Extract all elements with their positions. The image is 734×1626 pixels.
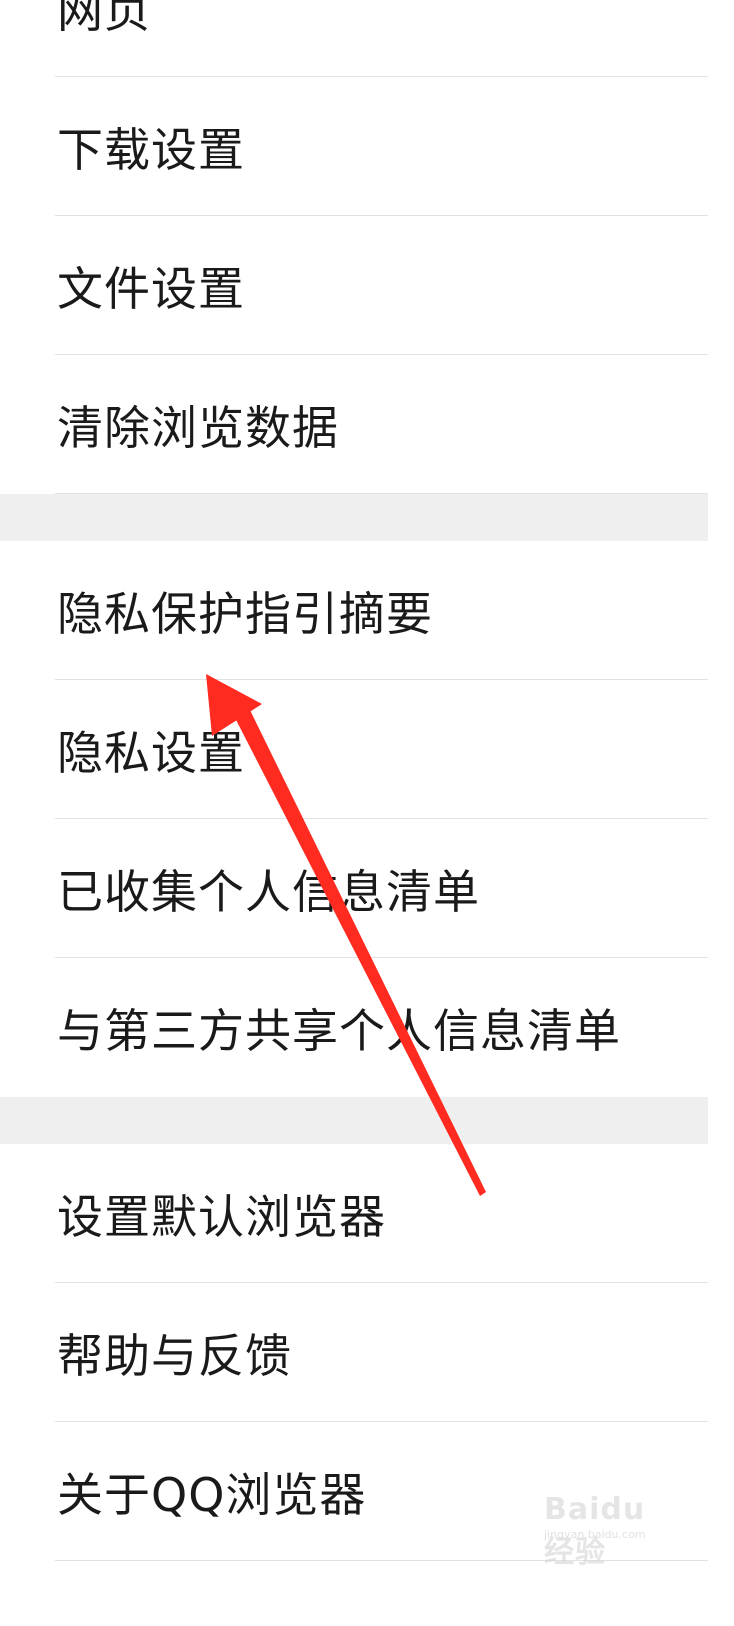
settings-item-download[interactable]: 下载设置 (0, 77, 708, 216)
settings-item-label: 隐私保护指引摘要 (57, 586, 433, 641)
settings-item-label: 隐私设置 (57, 725, 245, 780)
screen-edge (708, 0, 734, 1626)
settings-item-file[interactable]: 文件设置 (0, 216, 708, 355)
watermark-url: jingyan.baidu.com (544, 1528, 646, 1541)
settings-item-help-feedback[interactable]: 帮助与反馈 (0, 1283, 708, 1422)
settings-screen: 网页 下载设置 文件设置 清除浏览数据 隐私保护指引摘要 隐私设置 已收集个人信… (0, 0, 734, 1626)
watermark-logo: Baidu经验 jingyan.baidu.com (540, 1488, 670, 1570)
settings-item-label: 网页 (57, 0, 151, 38)
settings-item-privacy-settings[interactable]: 隐私设置 (0, 680, 708, 819)
section-gap (0, 1097, 708, 1144)
settings-item-privacy-summary[interactable]: 隐私保护指引摘要 (0, 541, 708, 680)
section-gap (0, 494, 708, 541)
settings-item-label: 清除浏览数据 (57, 400, 339, 455)
settings-item-label: 已收集个人信息清单 (57, 864, 480, 919)
settings-item-label: 下载设置 (57, 122, 245, 177)
settings-item-collected-info[interactable]: 已收集个人信息清单 (0, 819, 708, 958)
settings-item-clear-data[interactable]: 清除浏览数据 (0, 355, 708, 494)
settings-group-general: 网页 下载设置 文件设置 清除浏览数据 (0, 0, 708, 494)
settings-item-default-browser[interactable]: 设置默认浏览器 (0, 1144, 708, 1283)
settings-item-label: 设置默认浏览器 (57, 1189, 386, 1244)
settings-group-privacy: 隐私保护指引摘要 隐私设置 已收集个人信息清单 与第三方共享个人信息清单 (0, 541, 708, 1097)
settings-item-label: 帮助与反馈 (57, 1328, 292, 1383)
settings-item-label: 文件设置 (57, 261, 245, 316)
settings-item-shared-info[interactable]: 与第三方共享个人信息清单 (0, 958, 708, 1097)
settings-item-label: 与第三方共享个人信息清单 (57, 1003, 621, 1058)
settings-item-webpage[interactable]: 网页 (0, 0, 708, 77)
settings-item-label: 关于QQ浏览器 (57, 1467, 367, 1522)
